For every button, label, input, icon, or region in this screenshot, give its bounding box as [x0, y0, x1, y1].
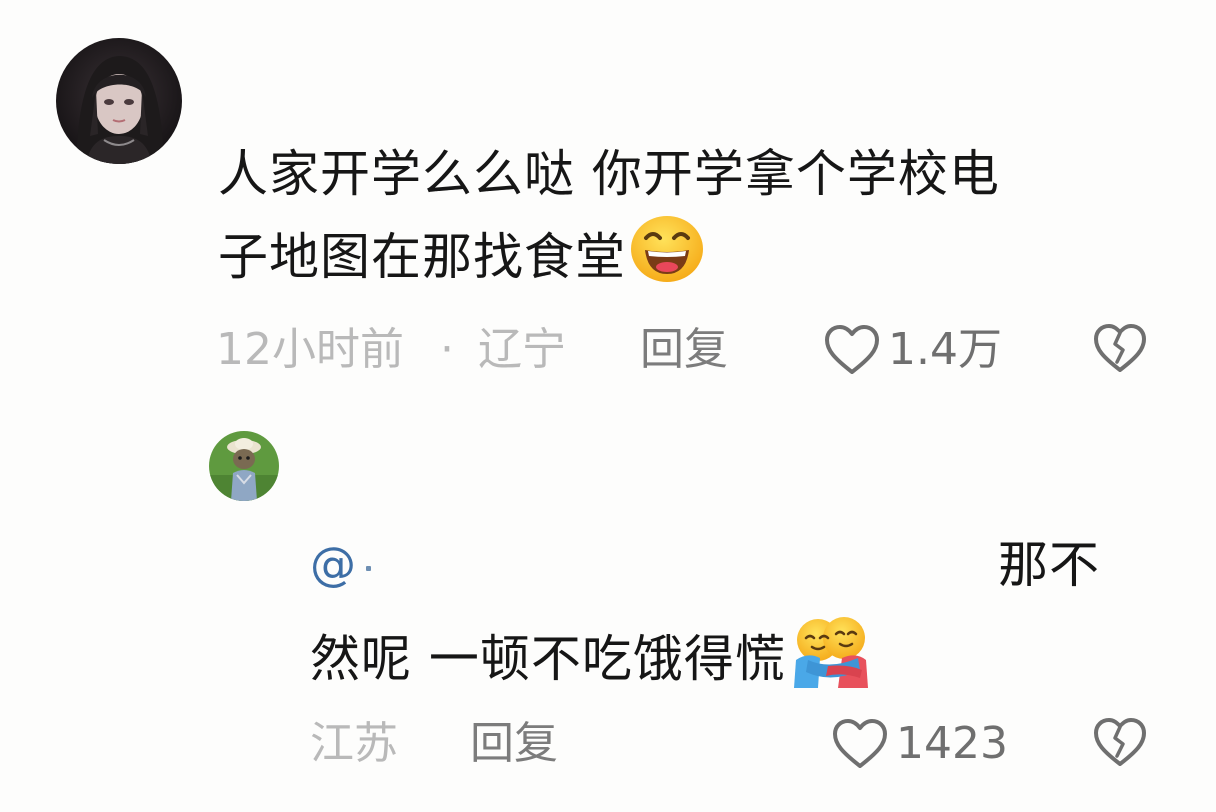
reply-dislike-button[interactable] [1092, 716, 1148, 770]
reply-to-reply-button[interactable]: 回复 [470, 716, 558, 772]
comment-text-line1: 人家开学么么哒 你开学拿个学校电 [218, 145, 1000, 203]
reply-like-count: 1423 [896, 718, 1008, 769]
user-avatar-icon [209, 431, 279, 501]
like-button[interactable]: 1.4万 [822, 322, 1002, 378]
comment-text-line2: 子地图在那找食堂 [218, 228, 626, 286]
comment-thread: 人家开学么么哒 你开学拿个学校电 子地图在那找食堂 12小时前 · 辽宁 回复 … [0, 0, 1216, 812]
commenter-avatar[interactable] [56, 38, 182, 164]
heart-outline-icon [833, 719, 887, 768]
meta-separator: · [440, 324, 454, 375]
reply-like-button[interactable]: 1423 [830, 716, 1008, 772]
mention-marker [366, 566, 371, 571]
comment-location: 辽宁 [478, 324, 566, 375]
like-count: 1.4万 [888, 324, 1002, 375]
hugging-face-emoji-icon [788, 614, 872, 690]
reply-text-line2-wrap: 然呢 一顿不吃饿得慌 [310, 614, 872, 698]
reply-text-line2: 然呢 一顿不吃饿得慌 [310, 630, 786, 688]
dislike-button[interactable] [1092, 322, 1148, 376]
reply-location: 江苏 [310, 718, 398, 769]
grinning-face-emoji-icon [628, 214, 706, 284]
comment-time: 12小时前 [216, 324, 404, 375]
reply-button[interactable]: 回复 [640, 322, 728, 378]
mention-link[interactable]: @ [310, 530, 356, 598]
reply-text-line1: 那不 [998, 536, 1100, 594]
broken-heart-icon [1094, 718, 1146, 766]
user-avatar-icon [56, 38, 182, 164]
replier-avatar[interactable] [209, 431, 279, 501]
heart-outline-icon [825, 325, 879, 374]
comment-text: 人家开学么么哒 你开学拿个学校电 子地图在那找食堂 [218, 134, 1178, 297]
broken-heart-icon [1094, 324, 1146, 372]
